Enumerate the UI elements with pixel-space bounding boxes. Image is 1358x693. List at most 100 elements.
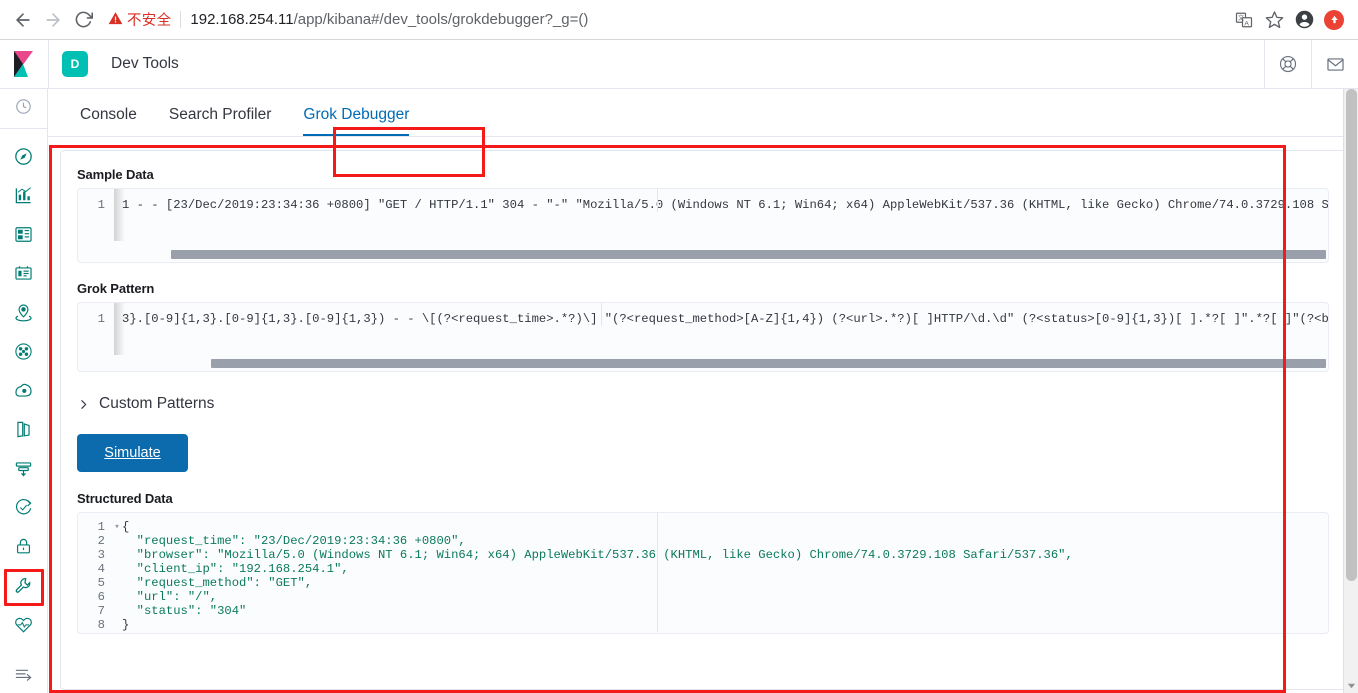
profile-avatar-icon[interactable] — [1290, 6, 1318, 34]
line-number: 4 — [97, 562, 105, 576]
fold-marker — [112, 590, 122, 604]
sidebar-item-discover[interactable] — [0, 139, 48, 178]
structured-data-text: "request_method": "GET", — [122, 576, 313, 590]
svg-text:A: A — [1244, 20, 1249, 27]
structured-data-line: 5 "request_method": "GET", — [78, 576, 1328, 590]
canvas-icon — [14, 264, 33, 288]
line-number: 3 — [97, 548, 105, 562]
structured-data-line: 8} — [78, 618, 1328, 632]
svg-text:文: 文 — [1238, 14, 1244, 22]
sidebar-item-canvas[interactable] — [0, 256, 48, 295]
grok-pattern-value: 3}.[0-9]{1,3}.[0-9]{1,3}.[0-9]{1,3}) - -… — [122, 312, 1328, 326]
grok-pattern-hscrollbar[interactable] — [78, 358, 1328, 369]
simulate-button[interactable]: Simulate — [77, 434, 188, 472]
print-margin — [657, 189, 658, 212]
page-scrollbar[interactable] — [1343, 89, 1358, 693]
line-number: 7 — [97, 604, 105, 618]
structured-data-text: { — [122, 520, 130, 534]
url-path: /app/kibana#/dev_tools/grokdebugger?_g=(… — [293, 11, 589, 28]
apm-icon — [14, 459, 33, 483]
structured-data-text: "status": "304" — [122, 604, 247, 618]
help-icon[interactable] — [1264, 40, 1311, 88]
kibana-logo-icon[interactable] — [0, 40, 48, 88]
structured-data-text: "url": "/", — [122, 590, 218, 604]
sample-data-editor[interactable]: 1 1 - - [23/Dec/2019:23:34:36 +0800] "GE… — [77, 188, 1329, 263]
sidebar-item-uptime[interactable] — [0, 490, 48, 529]
scroll-down-arrow-icon[interactable] — [1344, 678, 1358, 693]
browser-back-button[interactable] — [8, 5, 38, 35]
line-number: 8 — [97, 618, 105, 632]
line-number: 2 — [97, 534, 105, 548]
browser-actions: A文 — [1230, 6, 1358, 34]
update-icon[interactable] — [1320, 6, 1348, 34]
security-warning[interactable]: 不安全 — [104, 9, 171, 30]
tab-console[interactable]: Console — [64, 106, 153, 136]
warning-triangle-icon — [108, 11, 123, 29]
mail-icon[interactable] — [1311, 40, 1358, 88]
structured-data-line: 6 "url": "/", — [78, 590, 1328, 604]
tab-bar: Console Search Profiler Grok Debugger — [48, 89, 1358, 137]
sidebar-item-visualize[interactable] — [0, 178, 48, 217]
url-text[interactable]: 192.168.254.11/app/kibana#/dev_tools/gro… — [190, 11, 588, 28]
fold-marker[interactable]: ▾ — [112, 520, 122, 534]
sidebar-item-recently-viewed[interactable] — [0, 89, 48, 129]
sidebar-item-infrastructure[interactable] — [0, 373, 48, 412]
structured-data-text: "client_ip": "192.168.254.1", — [122, 562, 349, 576]
tab-grok-debugger[interactable]: Grok Debugger — [287, 106, 425, 136]
sidebar-item-maps[interactable] — [0, 295, 48, 334]
custom-patterns-toggle[interactable]: Custom Patterns — [77, 395, 1329, 413]
grok-pattern-editor[interactable]: 1 3}.[0-9]{1,3}.[0-9]{1,3}.[0-9]{1,3}) -… — [77, 302, 1329, 372]
structured-data-line: 3 "browser": "Mozilla/5.0 (Windows NT 6.… — [78, 548, 1328, 562]
uptime-icon — [14, 498, 33, 522]
bar-chart-icon — [14, 186, 33, 210]
tab-search-profiler[interactable]: Search Profiler — [153, 106, 288, 136]
chevron-right-icon — [77, 398, 90, 411]
fold-marker — [112, 562, 122, 576]
machine-learning-icon — [14, 342, 33, 366]
kibana-header-actions — [1264, 40, 1358, 88]
sample-data-value: 1 - - [23/Dec/2019:23:34:36 +0800] "GET … — [122, 198, 1328, 212]
line-number: 1 — [97, 520, 105, 534]
app-badge: D — [62, 51, 88, 77]
logs-icon — [14, 420, 33, 444]
sidebar-item-siem[interactable] — [0, 529, 48, 568]
main-content: Console Search Profiler Grok Debugger Sa… — [48, 89, 1358, 693]
sidebar-item-monitoring[interactable] — [0, 607, 48, 646]
collapse-nav-icon[interactable] — [0, 654, 48, 693]
sidebar — [0, 89, 48, 693]
scroll-shadow — [114, 189, 125, 241]
sidebar-item-logs[interactable] — [0, 412, 48, 451]
sidebar-item-dashboard[interactable] — [0, 217, 48, 256]
address-bar[interactable]: 不安全 192.168.254.11/app/kibana#/dev_tools… — [104, 6, 1222, 34]
sidebar-item-dev-tools[interactable] — [0, 568, 48, 607]
hscroll-thumb[interactable] — [171, 250, 1326, 259]
fold-marker — [112, 548, 122, 562]
hscroll-thumb[interactable] — [211, 359, 1326, 368]
simulate-button-label: Simulate — [104, 445, 161, 461]
url-host: 192.168.254.11 — [190, 11, 294, 28]
fold-marker — [112, 576, 122, 590]
translate-icon[interactable]: A文 — [1230, 6, 1258, 34]
structured-data-text: "browser": "Mozilla/5.0 (Windows NT 6.1;… — [122, 548, 1073, 562]
grok-debugger-panel: Sample Data 1 1 - - [23/Dec/2019:23:34:3… — [60, 150, 1346, 690]
grok-pattern-label: Grok Pattern — [77, 281, 155, 296]
sample-data-hscrollbar[interactable] — [78, 249, 1328, 260]
structured-data-text: } — [122, 618, 130, 632]
fold-marker — [112, 534, 122, 548]
page-scrollbar-thumb[interactable] — [1346, 89, 1357, 581]
line-number: 5 — [97, 576, 105, 590]
heart-pulse-icon — [14, 615, 33, 639]
structured-data-line: 1 ▾{ — [78, 520, 1328, 534]
print-margin — [657, 513, 658, 632]
structured-data-editor[interactable]: 1 ▾{2 "request_time": "23/Dec/2019:23:34:… — [77, 512, 1329, 634]
bookmark-star-icon[interactable] — [1260, 6, 1288, 34]
sidebar-item-apm[interactable] — [0, 451, 48, 490]
sample-data-label: Sample Data — [77, 167, 154, 182]
sidebar-item-machine-learning[interactable] — [0, 334, 48, 373]
line-number: 1 — [97, 198, 105, 212]
browser-reload-button[interactable] — [68, 5, 98, 35]
structured-data-line: 4 "client_ip": "192.168.254.1", — [78, 562, 1328, 576]
lock-icon — [14, 537, 33, 561]
security-warning-label: 不安全 — [127, 13, 172, 29]
browser-forward-button[interactable] — [38, 5, 68, 35]
